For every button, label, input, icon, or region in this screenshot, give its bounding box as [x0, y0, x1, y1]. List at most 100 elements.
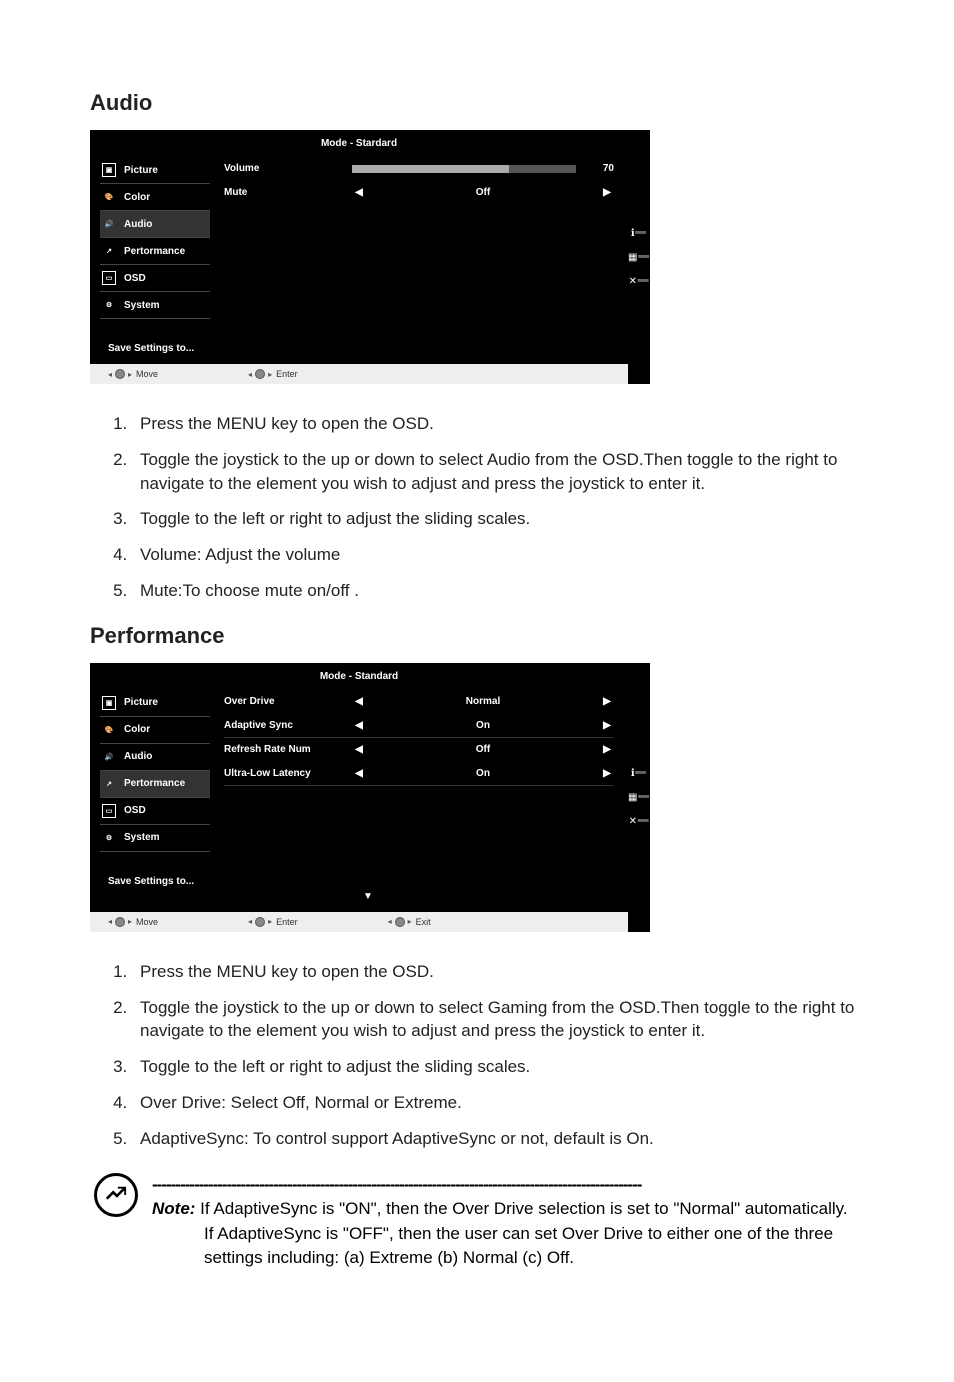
menu-label: Audio — [124, 219, 152, 230]
setting-label: Refresh Rate Num — [224, 744, 344, 755]
menu-label: Picture — [124, 697, 158, 708]
hint-enter: ◂ ▸ Enter — [248, 917, 298, 927]
hint-enter: ◂▸Enter — [248, 369, 298, 379]
performance-icon: ↗ — [102, 777, 116, 791]
osd-settings: Volume 70 Mute ◀ Off ▶ — [220, 157, 628, 325]
hint-label: Move — [136, 369, 158, 379]
chevron-down-icon: ▼ — [363, 891, 373, 902]
menu-label: Pertormance — [124, 246, 185, 257]
arrow-right-icon[interactable]: ▶ — [600, 720, 614, 731]
picture-icon: ▣ — [102, 163, 116, 177]
menu-audio[interactable]: 🔊Audio — [100, 744, 210, 771]
close-icon[interactable]: ✕➖ — [632, 814, 646, 828]
mute-value: Off — [374, 187, 592, 198]
note-line: If AdaptiveSync is "ON", then the Over D… — [195, 1199, 847, 1218]
menu-label: System — [124, 832, 160, 843]
heading-audio: Audio — [90, 90, 864, 116]
note-line: If AdaptiveSync is "OFF", then the user … — [152, 1222, 864, 1271]
note-divider: ----------------------------------------… — [152, 1173, 864, 1198]
setting-ull[interactable]: Ultra-Low Latency ◀ On ▶ — [224, 762, 614, 786]
save-settings[interactable]: Save Settings to... ▼ — [90, 858, 628, 912]
arrow-left-icon[interactable]: ◀ — [352, 696, 366, 707]
step: Toggle the joystick to the up or down to… — [132, 442, 864, 502]
speaker-icon: 🔊 — [102, 750, 116, 764]
joystick-icon — [256, 370, 264, 378]
osd-icon: ▭ — [102, 271, 116, 285]
setting-label: Volume — [224, 163, 344, 174]
volume-slider[interactable] — [352, 165, 576, 173]
joystick-icon — [116, 918, 124, 926]
step: Toggle the joystick to the up or down to… — [132, 990, 864, 1050]
hint-label: Exit — [416, 917, 431, 927]
step: Toggle to the left or right to adjust th… — [132, 501, 864, 537]
step: Toggle to the left or right to adjust th… — [132, 1049, 864, 1085]
setting-volume[interactable]: Volume 70 — [224, 157, 614, 181]
arrow-right-icon[interactable]: ▶ — [600, 744, 614, 755]
setting-mute[interactable]: Mute ◀ Off ▶ — [224, 181, 614, 205]
menu-color[interactable]: 🎨Color — [100, 184, 210, 211]
info-icon[interactable]: ℹ➖ — [632, 226, 646, 240]
menu-audio[interactable]: 🔊Audio — [100, 211, 210, 238]
osd-mode: Mode - Stardard — [90, 130, 628, 157]
save-settings[interactable]: Save Settings to... — [90, 325, 628, 364]
gear-icon: ⚙ — [102, 298, 116, 312]
save-label: Save Settings to... — [108, 876, 194, 887]
audio-instructions: Press the MENU key to open the OSD. Togg… — [90, 406, 864, 609]
performance-icon: ↗ — [102, 244, 116, 258]
osd-icon: ▭ — [102, 804, 116, 818]
grid-icon[interactable]: ▦➖ — [632, 250, 646, 264]
hint-move: ◂▸Move — [108, 917, 158, 927]
menu-label: Color — [124, 724, 150, 735]
chevron-left-icon: ◂ — [248, 917, 252, 926]
osd-settings: Over Drive ◀ Normal ▶ Adaptive Sync ◀ On… — [220, 690, 628, 858]
menu-system[interactable]: ⚙System — [100, 825, 210, 852]
osd-menu: ▣Picture 🎨 Color 🔊Audio ↗ Pertormance ▭OSD… — [90, 690, 220, 858]
note-label: Note: — [152, 1199, 195, 1218]
step: Mute:To choose mute on/off . — [132, 573, 864, 609]
close-icon[interactable]: ✕➖ — [632, 274, 646, 288]
setting-refresh[interactable]: Refresh Rate Num ◀ Off ▶ — [224, 738, 614, 762]
joystick-icon — [256, 918, 264, 926]
setting-adaptivesync[interactable]: Adaptive Sync ◀ On ▶ — [224, 714, 614, 738]
arrow-right-icon[interactable]: ▶ — [600, 187, 614, 198]
arrow-right-icon[interactable]: ▶ — [600, 768, 614, 779]
menu-osd[interactable]: ▭OSD — [100, 798, 210, 825]
menu-label: Color — [124, 192, 150, 203]
step: AdaptiveSync: To control support Adaptiv… — [132, 1121, 864, 1157]
arrow-left-icon[interactable]: ◀ — [352, 768, 366, 779]
adaptivesync-value: On — [374, 720, 592, 731]
chevron-left-icon: ◂ — [108, 917, 112, 926]
menu-color[interactable]: 🎨 Color — [100, 717, 210, 744]
note-icon — [94, 1173, 138, 1217]
setting-label: Mute — [224, 187, 344, 198]
menu-label: Pertormance — [124, 778, 185, 789]
joystick-icon — [116, 370, 124, 378]
step: Volume: Adjust the volume — [132, 537, 864, 573]
menu-picture[interactable]: ▣Picture — [100, 690, 210, 717]
setting-label: Over Drive — [224, 696, 344, 707]
osd-side-buttons: ℹ➖ ▦➖ ✕➖ — [628, 663, 650, 932]
menu-osd[interactable]: ▭OSD — [100, 265, 210, 292]
arrow-left-icon[interactable]: ◀ — [352, 187, 366, 198]
chevron-right-icon: ▸ — [128, 370, 132, 379]
arrow-left-icon[interactable]: ◀ — [352, 720, 366, 731]
setting-label: Ultra-Low Latency — [224, 768, 344, 779]
ull-value: On — [374, 768, 592, 779]
hint-label: Enter — [276, 917, 298, 927]
menu-performance[interactable]: ↗ Pertormance — [100, 238, 210, 265]
arrow-right-icon[interactable]: ▶ — [600, 696, 614, 707]
setting-overdrive[interactable]: Over Drive ◀ Normal ▶ — [224, 690, 614, 714]
menu-label: Picture — [124, 165, 158, 176]
chevron-right-icon: ▸ — [128, 917, 132, 926]
step: Press the MENU key to open the OSD. — [132, 954, 864, 990]
menu-system[interactable]: ⚙System — [100, 292, 210, 319]
chevron-right-icon: ▸ — [268, 917, 272, 926]
palette-icon: 🎨 — [102, 723, 116, 737]
osd-side-buttons: ℹ➖ ▦➖ ✕➖ — [628, 130, 650, 384]
menu-picture[interactable]: ▣ Picture — [100, 157, 210, 184]
arrow-left-icon[interactable]: ◀ — [352, 744, 366, 755]
grid-icon[interactable]: ▦➖ — [632, 790, 646, 804]
menu-performance[interactable]: ↗ Pertormance — [100, 771, 210, 798]
chevron-right-icon: ▸ — [268, 370, 272, 379]
info-icon[interactable]: ℹ➖ — [632, 766, 646, 780]
